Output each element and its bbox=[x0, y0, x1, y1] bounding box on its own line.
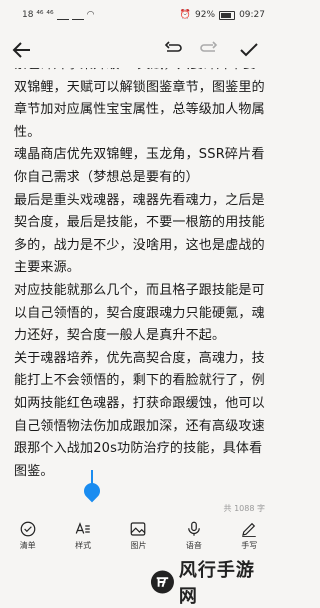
image-icon bbox=[131, 522, 146, 536]
arrow-left-icon[interactable] bbox=[10, 38, 34, 62]
undo-icon[interactable] bbox=[160, 38, 184, 62]
site-watermark: 风行手游网 bbox=[150, 560, 270, 607]
handwriting-icon bbox=[242, 522, 256, 537]
paragraph-5: 关于魂器培养，优先高契合度，高魂力，技能打上不会领悟的，剩下的看脸就行了，例如两… bbox=[14, 350, 265, 479]
checklist-icon bbox=[20, 521, 36, 537]
paragraph-4: 对应技能就那么几个，而且格子跟技能是可以自己领悟的，契合度跟魂力只能硬氪，魂力还… bbox=[14, 282, 265, 344]
sim-indicators: 18 ⁴⁶ ⁴⁶ bbox=[22, 10, 54, 20]
alarm-icon: ⏰ bbox=[179, 10, 192, 20]
wifi-icon: ◠ bbox=[86, 10, 95, 20]
signal-icon bbox=[56, 11, 69, 20]
check-icon[interactable] bbox=[237, 38, 261, 62]
paragraph-3: 最后是重头戏魂器，魂器先看魂力，之后是契合度，最后是技能，不要一根筋的用技能多的… bbox=[14, 192, 265, 276]
checklist-button[interactable]: 清单 bbox=[4, 520, 52, 560]
voice-button[interactable]: 语音 bbox=[170, 520, 218, 560]
paragraph-1: 紧色碎片事某升级SR关赋，只要碎片不要双锦鲤，天赋可以解锁图鉴章节，图鉴里的章节… bbox=[14, 68, 265, 140]
battery-icon bbox=[219, 10, 236, 20]
handwriting-button[interactable]: 手写 bbox=[225, 520, 273, 560]
voice-label: 语音 bbox=[185, 541, 202, 550]
word-count: 共 1088 字 bbox=[223, 504, 265, 513]
handwriting-label: 手写 bbox=[241, 541, 258, 550]
battery-percentage: 92% bbox=[195, 10, 216, 20]
bottom-toolbar: 清单 样式 图片 语音 手写 bbox=[0, 520, 277, 560]
editor-toolbar bbox=[0, 30, 277, 70]
image-label: 图片 bbox=[130, 541, 147, 550]
redo-icon[interactable] bbox=[198, 38, 222, 62]
text-style-icon bbox=[75, 522, 90, 534]
signal-indicators: 18 ⁴⁶ ⁴⁶ ◠ bbox=[22, 10, 94, 20]
signal-icon-2 bbox=[71, 11, 84, 20]
watermark-text: 风行手游网 bbox=[178, 560, 255, 607]
clock: 09:27 bbox=[239, 10, 265, 20]
note-content[interactable]: 紧色碎片事某升级SR关赋，只要碎片不要双锦鲤，天赋可以解锁图鉴章节，图鉴里的章节… bbox=[14, 68, 266, 516]
microphone-icon bbox=[188, 521, 200, 536]
status-right: ⏰ 92% 09:27 bbox=[180, 10, 265, 20]
checklist-label: 清单 bbox=[19, 541, 36, 550]
style-label: 样式 bbox=[75, 541, 92, 550]
site-logo-icon bbox=[150, 570, 174, 594]
paragraph-2: 魂晶商店优先双锦鲤，玉龙角，SSR碎片看你自己需求（梦想总是要有的） bbox=[14, 147, 265, 185]
image-button[interactable]: 图片 bbox=[114, 520, 162, 560]
status-bar: 18 ⁴⁶ ⁴⁶ ◠ ⏰ 92% 09:27 bbox=[0, 0, 277, 28]
style-button[interactable]: 样式 bbox=[59, 520, 107, 560]
